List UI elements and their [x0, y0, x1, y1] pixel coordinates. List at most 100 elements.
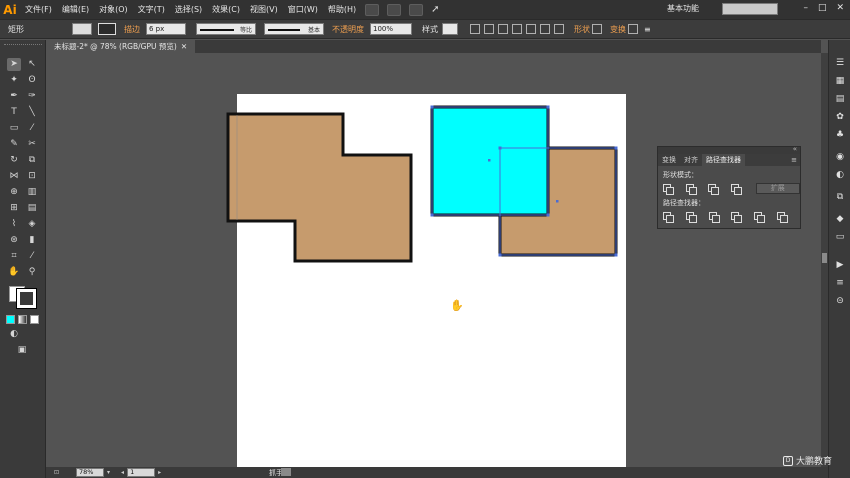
graphic-style-picker[interactable] [442, 23, 458, 35]
maximize-button[interactable]: □ [818, 3, 827, 13]
arrange-docs-icon[interactable] [409, 3, 424, 16]
menu-window[interactable]: 窗口(W) [283, 4, 323, 15]
eyedropper-tool-icon[interactable]: ⌇ [7, 218, 21, 231]
gradient-tool-icon[interactable]: ▤ [25, 202, 39, 215]
tab-transform[interactable]: 变换 [658, 154, 680, 166]
selection-tool-icon[interactable]: ➤ [7, 58, 21, 71]
color-mode-button[interactable] [6, 315, 15, 324]
curvature-tool-icon[interactable]: ✑ [25, 90, 39, 103]
expand-button[interactable]: 扩展 [755, 183, 800, 194]
menu-effect[interactable]: 效果(C) [207, 4, 245, 15]
artwork-layer[interactable] [46, 53, 821, 467]
menu-help[interactable]: 帮助(H) [323, 4, 361, 15]
color-icon[interactable]: ▦ [834, 76, 846, 87]
artboards-icon[interactable]: ▭ [834, 232, 846, 243]
send-icon[interactable]: ➚ [431, 4, 439, 15]
minus-front-icon[interactable] [685, 184, 697, 195]
width-tool-icon[interactable]: ⋈ [7, 170, 21, 183]
shape-builder-tool-icon[interactable]: ⊕ [7, 186, 21, 199]
tab-pathfinder[interactable]: 路径查找器 [702, 154, 745, 166]
close-button[interactable]: ✕ [836, 3, 844, 13]
menu-type[interactable]: 文字(T) [133, 4, 170, 15]
minimize-button[interactable]: – [803, 3, 808, 13]
tab-align[interactable]: 对齐 [680, 154, 702, 166]
align-top-icon[interactable] [526, 24, 536, 34]
stroke-label[interactable]: 描边 [124, 24, 140, 35]
merge-icon[interactable] [708, 212, 720, 223]
blend-tool-icon[interactable]: ◈ [25, 218, 39, 231]
graphic-styles-icon[interactable]: ◐ [834, 170, 846, 181]
trim-icon[interactable] [685, 212, 697, 223]
screen-mode-icon[interactable]: ▣ [15, 344, 29, 357]
swatches-icon[interactable]: ▤ [834, 94, 846, 105]
vertical-scroll-thumb[interactable] [822, 253, 827, 263]
stroke-color-picker[interactable] [98, 23, 116, 35]
vertical-scrollbar[interactable] [821, 53, 828, 467]
free-transform-tool-icon[interactable]: ⊡ [25, 170, 39, 183]
navigator-icon[interactable]: ≡ [834, 278, 846, 289]
align-center-icon[interactable] [498, 24, 508, 34]
outline-icon[interactable] [754, 212, 766, 223]
workspace-switcher[interactable]: 基本功能 [667, 3, 699, 14]
toolbox-grip[interactable] [4, 44, 42, 49]
transform-label[interactable]: 变换 [610, 24, 626, 35]
first-artboard-icon[interactable]: ◂ [121, 469, 124, 476]
tan-compound-shape[interactable] [226, 112, 413, 263]
recolor-icon[interactable] [470, 24, 480, 34]
transform-icon[interactable]: ⧉ [834, 192, 846, 203]
divide-icon[interactable] [663, 212, 674, 223]
next-artboard-icon[interactable]: ▸ [158, 469, 161, 476]
stroke-weight-input[interactable]: 6 px [146, 23, 186, 35]
fill-color-picker[interactable] [72, 23, 92, 35]
bridge-icon[interactable] [365, 3, 380, 16]
direct-selection-tool-icon[interactable]: ↖ [25, 58, 39, 71]
intersect-icon[interactable] [708, 184, 719, 195]
column-graph-tool-icon[interactable]: ▮ [25, 234, 39, 247]
layers-icon[interactable]: ◆ [834, 214, 846, 225]
hand-tool-icon[interactable]: ✋ [7, 266, 21, 279]
menu-select[interactable]: 选择(S) [170, 4, 207, 15]
rectangle-tool-icon[interactable]: ▭ [7, 122, 21, 135]
artboard-tool-icon[interactable]: ⌗ [7, 250, 21, 263]
symbols-icon[interactable]: ♣ [834, 130, 846, 141]
minus-back-icon[interactable] [777, 212, 788, 223]
stock-icon[interactable] [387, 3, 402, 16]
close-tab-icon[interactable]: ✕ [181, 42, 187, 51]
actions-icon[interactable]: ▶ [834, 260, 846, 271]
type-tool-icon[interactable]: T [7, 106, 21, 119]
links-icon[interactable]: ⊝ [834, 296, 846, 307]
menu-file[interactable]: 文件(F) [20, 4, 57, 15]
panel-menu-icon[interactable]: ≡ [791, 154, 797, 166]
variable-width-profile[interactable]: 等比 [196, 23, 256, 35]
artboard-number-input[interactable]: 1 [127, 468, 156, 477]
brushes-icon[interactable]: ✿ [834, 112, 846, 123]
perspective-grid-tool-icon[interactable]: ▥ [25, 186, 39, 199]
brush-definition[interactable]: 基本 [264, 23, 324, 35]
scale-tool-icon[interactable]: ⧉ [25, 154, 39, 167]
align-middle-icon[interactable] [540, 24, 550, 34]
stroke-swatch[interactable] [16, 288, 37, 309]
align-bottom-icon[interactable] [554, 24, 564, 34]
scissors-tool-icon[interactable]: ✂ [25, 138, 39, 151]
rotate-tool-icon[interactable]: ↻ [7, 154, 21, 167]
zoom-input[interactable]: 78% [76, 468, 105, 477]
symbol-sprayer-tool-icon[interactable]: ⊛ [7, 234, 21, 247]
shape-options-icon[interactable] [592, 24, 602, 34]
document-tab[interactable]: 未标题-2* @ 78% (RGB/GPU 预览) ✕ [46, 40, 196, 53]
exclude-icon[interactable] [730, 184, 742, 195]
align-right-icon[interactable] [512, 24, 522, 34]
horizontal-scrollbar[interactable] [361, 468, 581, 476]
align-left-icon[interactable] [484, 24, 494, 34]
magic-wand-tool-icon[interactable]: ✦ [7, 74, 21, 87]
crop-icon[interactable] [731, 212, 743, 223]
canvas-area[interactable]: ✋ [46, 53, 821, 467]
shape-label[interactable]: 形状 [574, 24, 590, 35]
paintbrush-tool-icon[interactable]: ⁄ [25, 122, 39, 135]
lasso-tool-icon[interactable]: ʘ [25, 74, 39, 87]
search-input[interactable] [722, 3, 778, 15]
line-tool-icon[interactable]: ╲ [25, 106, 39, 119]
appearance-icon[interactable]: ◉ [834, 152, 846, 163]
transform-options-icon[interactable] [628, 24, 638, 34]
zoom-tool-icon[interactable]: ⚲ [25, 266, 39, 279]
panel-title-bar[interactable]: « [658, 145, 800, 154]
